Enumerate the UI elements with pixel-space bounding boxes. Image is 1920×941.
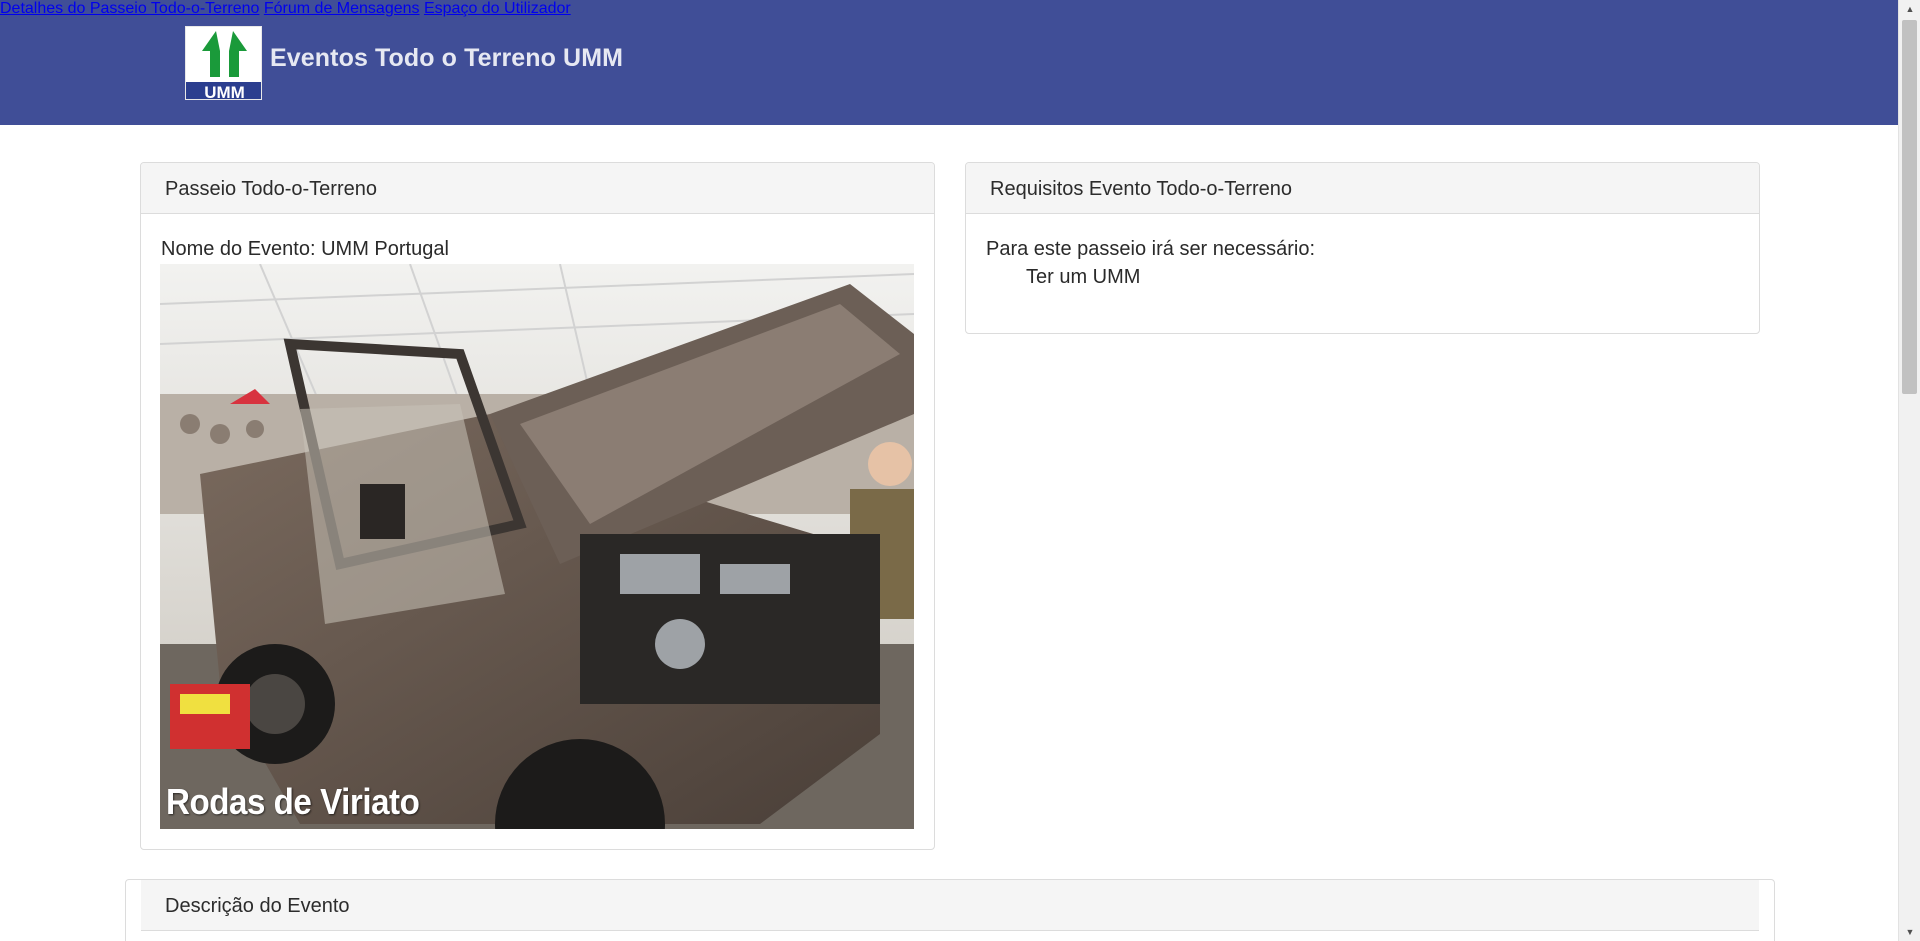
logo-text: UMM	[204, 83, 245, 100]
requirements-card-header: Requisitos Evento Todo-o-Terreno	[966, 163, 1759, 214]
nav-link-user-space[interactable]: Espaço do Utilizador	[424, 0, 571, 17]
requirement-item: Ter um UMM	[1026, 266, 1141, 288]
photo-caption: Rodas de Viriato	[166, 781, 420, 822]
requirements-card: Requisitos Evento Todo-o-Terreno Para es…	[965, 162, 1760, 334]
scroll-thumb[interactable]	[1902, 20, 1917, 394]
brand-title[interactable]: Eventos Todo o Terreno UMM	[270, 44, 623, 73]
nav-link-event-details[interactable]: Detalhes do Passeio Todo-o-Terreno	[0, 0, 259, 17]
scroll-up-icon[interactable]: ▲	[1899, 0, 1920, 18]
umm-logo: UMM	[185, 26, 262, 100]
scroll-down-icon[interactable]: ▼	[1899, 923, 1920, 941]
event-card-header: Passeio Todo-o-Terreno	[141, 163, 934, 214]
brand[interactable]: UMM Eventos Todo o Terreno UMM	[185, 26, 623, 100]
event-photo: Rodas de Viriato	[160, 264, 914, 829]
jeep-photo-illustration	[160, 264, 914, 829]
requirements-intro: Para este passeio irá ser necessário:	[986, 238, 1316, 260]
page-scrollbar[interactable]: ▲ ▼	[1898, 0, 1920, 941]
event-name: Nome do Evento: UMM Portugal	[161, 238, 449, 260]
top-navbar: UMM Eventos Todo o Terreno UMM Detalhes …	[0, 0, 1898, 125]
nav-link-forum[interactable]: Fórum de Mensagens	[264, 0, 420, 17]
description-card-header: Descrição do Evento	[141, 880, 1759, 931]
description-card: Descrição do Evento	[125, 879, 1775, 941]
